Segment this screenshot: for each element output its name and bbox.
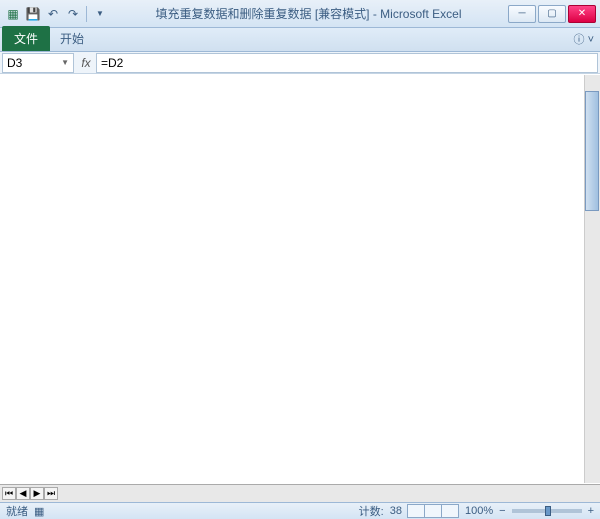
zoom-level: 100%: [465, 505, 493, 517]
formula-bar-row: D3 ▼ fx =D2: [0, 52, 600, 74]
status-count-value: 38: [390, 505, 402, 517]
quick-access-toolbar: ▦ 💾 ↶ ↷ ▼: [4, 5, 109, 23]
close-button[interactable]: ✕: [568, 5, 596, 23]
formula-value: =D2: [101, 56, 123, 70]
sheet-nav-first-icon[interactable]: ⏮: [2, 487, 16, 500]
ribbon-tab-0[interactable]: 开始: [52, 26, 92, 51]
view-pagebreak-icon[interactable]: [441, 504, 459, 518]
maximize-button[interactable]: ▢: [538, 5, 566, 23]
ribbon-help-icon[interactable]: ⓘ ˅: [570, 27, 598, 51]
spreadsheet-grid[interactable]: [0, 74, 600, 482]
redo-icon[interactable]: ↷: [64, 5, 82, 23]
zoom-thumb[interactable]: [545, 506, 551, 516]
window-title: 填充重复数据和删除重复数据 [兼容模式] - Microsoft Excel: [109, 5, 508, 22]
sheet-nav-prev-icon[interactable]: ◀: [16, 487, 30, 500]
name-box-dropdown-icon[interactable]: ▼: [61, 58, 69, 67]
fx-icon[interactable]: fx: [76, 56, 96, 70]
view-layout-icon[interactable]: [424, 504, 442, 518]
minimize-button[interactable]: ─: [508, 5, 536, 23]
name-box-value: D3: [7, 56, 22, 70]
sheet-nav-last-icon[interactable]: ⏭: [44, 487, 58, 500]
status-count-label: 计数:: [359, 503, 384, 519]
qat-separator: [86, 6, 87, 22]
undo-icon[interactable]: ↶: [44, 5, 62, 23]
status-ready: 就绪: [6, 503, 28, 519]
excel-icon[interactable]: ▦: [4, 5, 22, 23]
formula-bar[interactable]: =D2: [96, 53, 598, 73]
ribbon-tabs: 文件 开始 ⓘ ˅: [0, 28, 600, 52]
zoom-in-icon[interactable]: +: [588, 505, 594, 517]
save-icon[interactable]: 💾: [24, 5, 42, 23]
sheet-tab-bar: ⏮ ◀ ▶ ⏭: [0, 484, 600, 502]
zoom-slider[interactable]: [512, 509, 582, 513]
name-box[interactable]: D3 ▼: [2, 53, 74, 73]
qat-dropdown-icon[interactable]: ▼: [91, 5, 109, 23]
view-buttons: [408, 504, 459, 518]
sheet-nav-next-icon[interactable]: ▶: [30, 487, 44, 500]
titlebar: ▦ 💾 ↶ ↷ ▼ 填充重复数据和删除重复数据 [兼容模式] - Microso…: [0, 0, 600, 28]
window-controls: ─ ▢ ✕: [508, 5, 596, 23]
vertical-scrollbar[interactable]: [584, 75, 600, 483]
view-normal-icon[interactable]: [407, 504, 425, 518]
sheet-nav-buttons: ⏮ ◀ ▶ ⏭: [0, 487, 60, 500]
scrollbar-thumb[interactable]: [585, 91, 599, 211]
status-bar: 就绪 ▦ 计数: 38 100% − +: [0, 502, 600, 519]
file-tab[interactable]: 文件: [2, 26, 50, 51]
zoom-out-icon[interactable]: −: [499, 505, 505, 517]
status-calc-icon: ▦: [34, 505, 44, 518]
